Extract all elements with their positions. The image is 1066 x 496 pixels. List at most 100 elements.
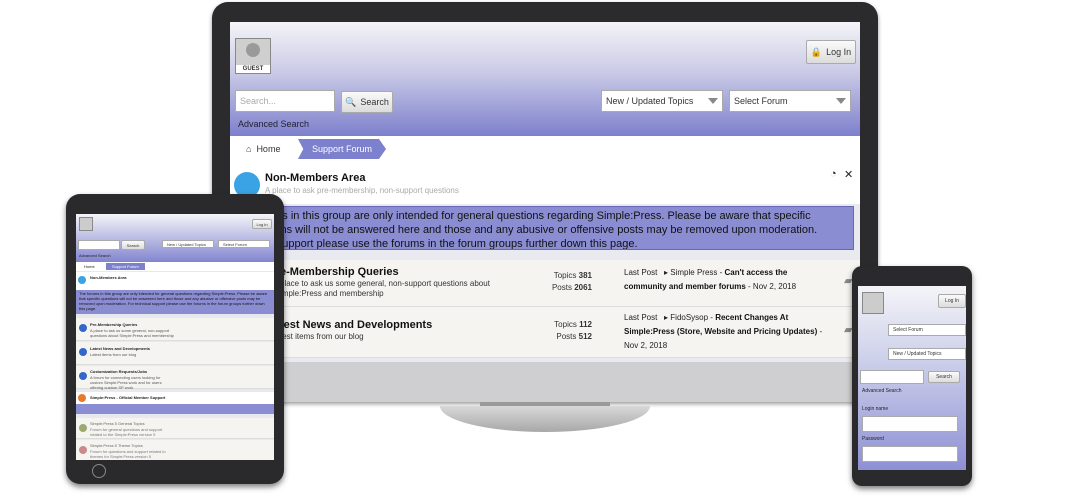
notice-line: hnical support please use the forums in … (245, 238, 638, 250)
last-post: Last Post ▸ FidoSysop - Recent Changes A… (624, 313, 823, 350)
forum-select[interactable]: Select Forum (729, 90, 851, 112)
breadcrumb: Home Support Forum (76, 262, 274, 271)
last-post-title[interactable]: Simple:Press (Store, Website and Pricing… (624, 327, 817, 336)
monitor-screen: GUEST 🔒 Log In Search... 🔍 Search New / … (230, 22, 860, 362)
advanced-search-link[interactable]: Advanced Search (79, 253, 111, 258)
group-title[interactable]: Non-Members Area (265, 172, 365, 184)
last-post: Last Post ▸ Simple Press - Can't access … (624, 268, 797, 291)
search-input[interactable] (78, 240, 120, 250)
forum-description: place to ask us some general, non-suppor… (280, 279, 490, 298)
avatar-label: GUEST (236, 65, 270, 73)
forum-header: GUEST 🔒 Log In Search... 🔍 Search New / … (230, 22, 860, 136)
breadcrumb-current[interactable]: Support Forum (298, 139, 387, 159)
forum-description: A place to ask us some general, non-supp… (90, 328, 174, 338)
notice-line: questions will not be answered here and … (245, 224, 818, 236)
password-label: Password (862, 436, 884, 442)
tablet-home-button[interactable] (92, 464, 106, 478)
advanced-search-link[interactable]: Advanced Search (862, 388, 901, 394)
forum-icon (79, 446, 87, 454)
phone-screen: Log In Select Forum New / Updated Topics… (858, 286, 966, 470)
forum-icon (79, 424, 87, 432)
forum-title[interactable]: Simple:Press 5 General Topics (90, 421, 174, 426)
forum-group-header: Non-Members Area A place to ask pre-memb… (230, 162, 860, 204)
search-input[interactable]: Search... (235, 90, 335, 112)
topics-select[interactable]: New / Updated Topics (601, 90, 723, 112)
chevron-down-icon (836, 98, 846, 104)
chevron-down-icon (708, 98, 718, 104)
group-notice: The forums in this group are only intend… (76, 290, 274, 314)
forum-title[interactable]: Simple:Press 5 Theme Topics (90, 443, 174, 448)
search-button[interactable]: 🔍 Search (341, 91, 393, 113)
notice-line: e forums in this group are only intended… (245, 210, 811, 222)
support-icon (78, 394, 86, 402)
tablet-screen: Log In Search New / Updated Topics Selec… (76, 214, 274, 460)
forum-title[interactable]: Pre-Membership Queries (90, 322, 174, 327)
forum-icon (79, 324, 87, 332)
guest-avatar (862, 292, 884, 314)
group-notice (76, 404, 274, 414)
forum-row[interactable]: Simple:Press 5 General Topics Forum for … (76, 418, 274, 439)
last-post-date: Nov 2, 2018 (624, 341, 668, 350)
last-post-title[interactable]: Can't access the (725, 268, 788, 277)
forum-row[interactable]: Pre-Membership Queries A place to ask us… (76, 318, 274, 341)
group-title[interactable]: Non-Members Area (90, 275, 127, 280)
search-icon: 🔍 (345, 96, 357, 107)
login-button[interactable]: Log In (252, 219, 272, 229)
login-name-input[interactable] (862, 416, 958, 432)
monitor-stand (440, 406, 650, 432)
forum-row[interactable]: Customization Requests/Jobs A forum for … (76, 366, 274, 390)
forum-description: test items from our blog (280, 332, 364, 341)
breadcrumb-home[interactable]: Home (84, 264, 95, 269)
arrow-right-icon: ▸ (664, 313, 669, 322)
forum-row[interactable]: test News and Developments test items fr… (230, 307, 860, 358)
forum-stats: Topics 381 Posts 2061 (551, 271, 592, 292)
forum-title[interactable]: test News and Developments (280, 319, 432, 331)
last-post-title[interactable]: community and member forums (624, 282, 746, 291)
forum-title[interactable]: Customization Requests/Jobs (90, 369, 174, 374)
forum-group-header: Simple:Press - Official Member Support (76, 392, 274, 404)
last-post-title[interactable]: Recent Changes At (715, 313, 788, 322)
arrow-right-icon: ▸ (664, 268, 669, 277)
forum-stats: Topics 112 Posts 512 (554, 320, 592, 341)
guest-avatar: GUEST (235, 38, 271, 74)
forum-description: Forum for questions and support related … (90, 449, 166, 459)
forum-description: A forum for connecting users looking for… (90, 375, 162, 390)
group-title[interactable]: Simple:Press - Official Member Support (90, 395, 165, 400)
last-post-date: Nov 2, 2018 (752, 282, 797, 291)
forum-row[interactable]: Simple:Press 5 Theme Topics Forum for qu… (76, 440, 274, 460)
forum-group-header: Non-Members Area (76, 272, 274, 290)
forum-select[interactable]: Select Forum (218, 240, 270, 248)
last-post-user[interactable]: FidoSysop (670, 313, 708, 322)
login-button[interactable]: Log In (938, 294, 966, 308)
chat-bubble-icon (78, 276, 86, 284)
login-button[interactable]: 🔒 Log In (806, 40, 856, 64)
forum-description: Forum for general questions and support … (90, 427, 163, 437)
search-button[interactable]: Search (928, 371, 960, 383)
avatar-head-icon (246, 43, 260, 57)
topics-select[interactable]: New / Updated Topics (162, 240, 214, 248)
forum-select[interactable]: Select Forum (888, 324, 966, 336)
breadcrumb: ⌂ Home Support Forum (230, 136, 860, 163)
topics-select[interactable]: New / Updated Topics (888, 348, 966, 360)
search-button[interactable]: Search (121, 240, 145, 250)
forum-row[interactable]: e-Membership Queries place to ask us som… (230, 260, 860, 307)
group-description: A place to ask pre-membership, non-suppo… (265, 186, 459, 195)
password-input[interactable] (862, 446, 958, 462)
forum-description: Latest items from our blog (90, 352, 137, 357)
rss-icon[interactable]: ◔ (830, 168, 837, 180)
tablet-header: Log In Search New / Updated Topics Selec… (76, 214, 274, 262)
breadcrumb-home[interactable]: ⌂ Home (246, 144, 280, 154)
monitor-chin (212, 360, 878, 402)
search-input[interactable] (860, 370, 924, 384)
forum-icon (79, 348, 87, 356)
forum-row[interactable]: Latest News and Developments Latest item… (76, 342, 274, 365)
forum-title[interactable]: Latest News and Developments (90, 346, 174, 351)
forum-title[interactable]: e-Membership Queries (280, 266, 399, 278)
advanced-search-link[interactable]: Advanced Search (238, 119, 309, 129)
lock-icon: 🔒 (810, 46, 823, 57)
last-post-user[interactable]: Simple Press (670, 268, 717, 277)
breadcrumb-current[interactable]: Support Forum (106, 263, 145, 270)
guest-avatar (79, 217, 93, 231)
collapse-icon[interactable]: ✕ (844, 168, 853, 181)
group-notice: e forums in this group are only intended… (230, 206, 854, 250)
